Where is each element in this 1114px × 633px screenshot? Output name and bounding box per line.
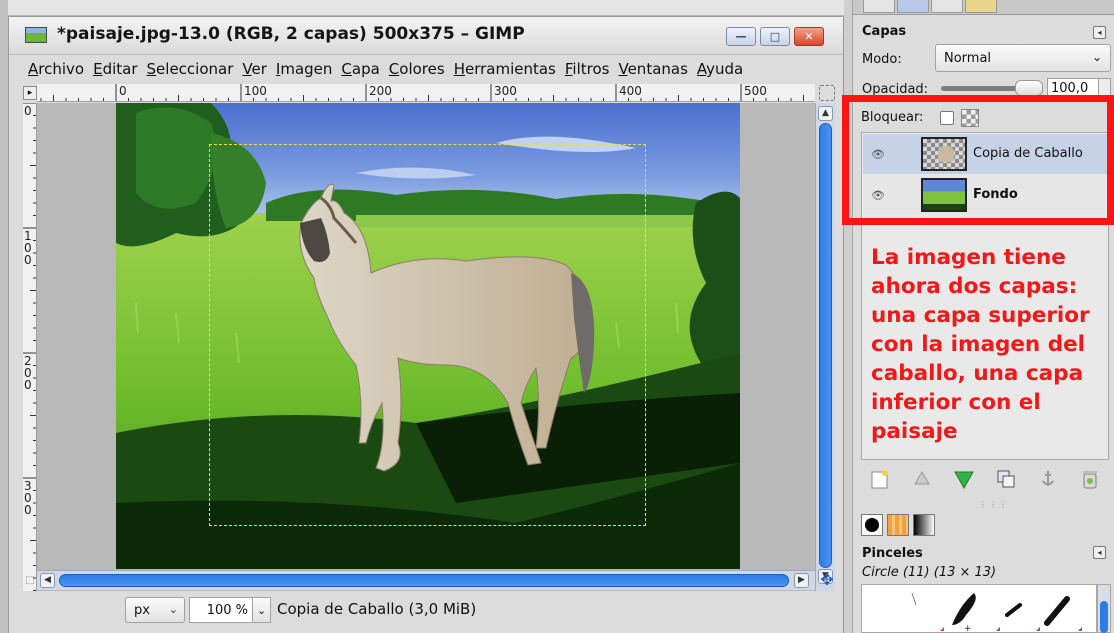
vertical-ruler-ticks: 0100200300 [23,103,36,591]
menu-colores[interactable]: Colores [389,60,445,78]
menu-ventanas[interactable]: Ventanas [618,60,687,78]
brush-scroll-thumb[interactable] [1100,601,1108,633]
ruler-label: 0 [24,503,32,517]
ruler-label: 500 [744,84,767,98]
brush-bird [952,593,976,625]
dock-tab-history[interactable] [965,0,997,13]
mode-label: Modo: [862,52,902,67]
vertical-scroll-thumb[interactable] [819,123,832,568]
menu-bar: Archivo Editar Seleccionar Ver Imagen Ca… [9,55,843,83]
ruler-label: 0 [24,378,32,392]
horizontal-ruler-ticks: 0 100 200 300 400 500 [40,84,804,101]
delete-layer-icon[interactable] [1077,466,1103,492]
layers-panel-menu-icon[interactable]: ◂ [1093,26,1106,39]
layers-panel-title: Capas [862,24,907,39]
title-bar[interactable]: *paisaje.jpg-13.0 (RGB, 2 capas) 500x375… [9,17,843,55]
navigate-cross-icon[interactable]: ✥ [819,572,835,588]
unit-value: px [134,602,150,618]
maximize-icon: □ [769,30,781,43]
unit-select[interactable]: px ⌄ [125,597,185,623]
mode-value: Normal [944,50,992,66]
panel-resize-grip[interactable]: ⋮⋮⋮ [979,500,1009,509]
menu-ayuda[interactable]: Ayuda [697,60,743,78]
menu-ver[interactable]: Ver [242,60,267,78]
window-title: *paisaje.jpg-13.0 (RGB, 2 capas) 500x375… [57,24,525,44]
chevron-down-icon: ⌄ [256,603,267,617]
zoom-dropdown-button[interactable]: ⌄ [253,597,271,623]
gradient-tab[interactable] [913,514,935,536]
ruler-label: 0 [24,104,32,118]
raise-layer-icon[interactable] [909,466,935,492]
horizontal-ruler[interactable]: 0 100 200 300 400 500 [37,84,815,102]
brush-grid[interactable]: + [861,584,1097,633]
desktop-top-strip [8,0,844,16]
minimize-button[interactable]: — [726,27,756,46]
anchor-layer-icon[interactable] [1035,466,1061,492]
foreground-background-tab[interactable] [861,514,883,536]
zoom-fit-icon[interactable] [819,85,835,101]
horizontal-scroll-thumb[interactable] [59,574,789,587]
horizontal-scrollbar[interactable]: ◀ ▶ [37,570,815,590]
menu-capa[interactable]: Capa [341,60,379,78]
brush-dock-tabs [857,512,1113,536]
dock-tab-paths[interactable] [931,0,963,13]
mode-select[interactable]: Normal ⌄ [935,44,1111,72]
minimize-icon: — [735,30,747,43]
chevron-down-icon: ⌄ [1091,50,1102,64]
image-window: *paisaje.jpg-13.0 (RGB, 2 capas) 500x375… [8,16,844,633]
duplicate-layer-icon[interactable] [993,466,1019,492]
ruler-label: 0 [24,253,32,267]
ruler-label: 100 [244,84,267,98]
lower-layer-icon[interactable] [951,466,977,492]
selection-marquee[interactable] [209,144,646,526]
menu-seleccionar[interactable]: Seleccionar [147,60,234,78]
pattern-tab[interactable] [887,514,909,536]
brush-subtitle: Circle (11) (13 × 13) [862,565,997,580]
layer-toolbar [853,462,1114,494]
highlight-box [842,95,1114,225]
scroll-up-icon[interactable]: ▲ [818,106,833,121]
desktop-edge [0,0,8,633]
image-canvas[interactable] [37,103,815,591]
ruler-label: 400 [619,84,642,98]
close-icon: ✕ [804,30,814,43]
quick-mask-icon[interactable]: ⬚ [23,572,37,588]
brush-scrollbar[interactable] [1097,584,1111,633]
zoom-input[interactable]: 100 % [189,597,253,623]
vertical-scrollbar[interactable]: ▲ ▼ [815,103,835,591]
vertical-ruler[interactable]: 0100200300 [23,103,37,591]
scroll-right-icon[interactable]: ▶ [794,573,809,588]
status-info: Copia de Caballo (3,0 MiB) [277,600,477,618]
dock-tab-channels[interactable] [897,0,929,13]
menu-editar[interactable]: Editar [93,60,137,78]
ruler-label: 300 [494,84,517,98]
brushes-panel-menu-icon[interactable]: ◂ [1093,546,1106,559]
scroll-left-icon[interactable]: ◀ [40,573,55,588]
status-bar: px ⌄ 100 % ⌄ Copia de Caballo (3,0 MiB) [9,591,843,633]
menu-archivo[interactable]: Archivo [28,60,84,78]
ruler-label: 200 [369,84,392,98]
maximize-button[interactable]: □ [760,27,790,46]
dock-tab-layers[interactable] [863,0,895,13]
dock-tab-strip [853,0,1114,15]
ruler-label: 0 [119,84,127,98]
image-thumbnail-icon [25,27,47,43]
close-button[interactable]: ✕ [794,27,824,46]
annotation-text: La imagen tiene ahora dos capas: una cap… [871,245,1090,444]
svg-text:+: + [964,624,972,633]
menu-imagen[interactable]: Imagen [276,60,333,78]
chevron-down-icon: ⌄ [168,603,178,616]
brushes-panel-title: Pinceles [862,546,923,561]
new-layer-icon[interactable] [867,466,893,492]
ruler-corner-menu-icon[interactable]: ▸ [23,86,37,100]
opacity-slider-handle[interactable] [1015,80,1043,96]
menu-herramientas[interactable]: Herramientas [454,60,556,78]
menu-filtros[interactable]: Filtros [565,60,610,78]
